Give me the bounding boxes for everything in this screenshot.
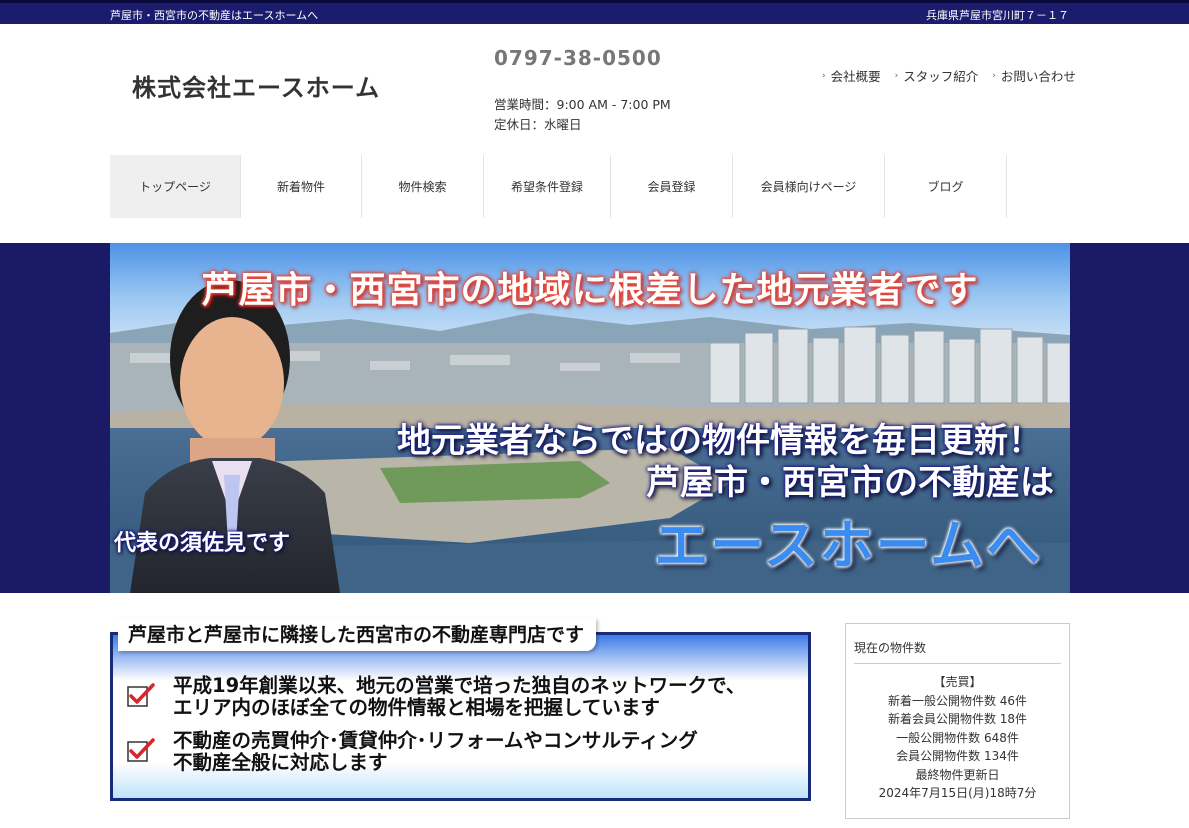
util-link-contact[interactable]: › お問い合わせ	[992, 66, 1076, 85]
checkmark-icon	[127, 683, 155, 707]
hero-banner: 芦屋市・西宮市の地域に根差した地元業者です 地元業者ならではの物件情報を毎日更新…	[0, 243, 1189, 593]
util-link-label: 会社概要	[830, 69, 881, 84]
phone-number: 0797-38-0500	[494, 46, 662, 70]
stats-category: 【売買】	[933, 675, 982, 689]
site-tagline: 芦屋市・西宮市の不動産はエースホームへ	[110, 9, 319, 22]
closed-day: 定休日：水曜日	[494, 117, 582, 132]
hero-image: 芦屋市・西宮市の地域に根差した地元業者です 地元業者ならではの物件情報を毎日更新…	[110, 243, 1070, 593]
intro-heading: 芦屋市と芦屋市に隣接した西宮市の不動産専門店です	[118, 618, 597, 651]
feature-text: 平成19年創業以来、地元の営業で培った独自のネットワークで、	[173, 674, 746, 697]
nav-tab-search[interactable]: 物件検索	[362, 155, 484, 218]
widget-title: 現在の物件数	[854, 641, 927, 655]
stat-public: 一般公開物件数 648件	[896, 730, 1019, 745]
hero-line2: 芦屋市・西宮市の不動産は	[646, 463, 1054, 503]
nav-tab-member[interactable]: 会員様向けページ	[733, 155, 885, 218]
nav-tab-top[interactable]: トップページ	[110, 155, 241, 218]
company-logo[interactable]: 株式会社エースホーム	[132, 68, 380, 103]
stat-new-public: 新着一般公開物件数 46件	[887, 693, 1028, 708]
util-link-company[interactable]: › 会社概要	[822, 66, 881, 85]
hero-headline: 芦屋市・西宮市の地域に根差した地元業者です	[201, 270, 979, 311]
chevron-right-icon: ›	[822, 70, 826, 81]
feature-item: 不動産の売買仲介･賃貸仲介･リフォームやコンサルティング 不動産全般に対応します	[127, 730, 698, 774]
opening-hours: 営業時間：9:00 AM - 7:00 PM	[494, 97, 671, 112]
stat-new-member: 新着会員公開物件数 18件	[887, 712, 1028, 726]
feature-text: 不動産の売買仲介･賃貸仲介･リフォームやコンサルティング	[173, 729, 698, 752]
property-count-widget: 現在の物件数 【売買】 新着一般公開物件数 46件 新着会員公開物件数 18件 …	[845, 623, 1070, 819]
util-link-label: スタッフ紹介	[903, 69, 979, 84]
chevron-right-icon: ›	[992, 70, 996, 81]
feature-text: エリア内のほぼ全ての物件情報と相場を把握しています	[173, 696, 660, 719]
stat-updated-date: 2024年7月15日(月)18時7分	[878, 786, 1037, 800]
business-hours: 営業時間：9:00 AM - 7:00 PM 定休日：水曜日	[494, 95, 671, 135]
stat-member: 会員公開物件数 134件	[896, 749, 1019, 763]
top-bar: 芦屋市・西宮市の不動産はエースホームへ 兵庫県芦屋市宮川町７－１７	[0, 0, 1189, 24]
stats-list: 【売買】 新着一般公開物件数 46件 新着会員公開物件数 18件 一般公開物件数…	[846, 673, 1069, 803]
feature-item: 平成19年創業以来、地元の営業で培った独自のネットワークで、 エリア内のほぼ全て…	[127, 675, 745, 719]
hero-caption: 代表の須佐見です	[114, 531, 291, 556]
nav-tab-register[interactable]: 会員登録	[611, 155, 733, 218]
stat-updated-label: 最終物件更新日	[915, 767, 1000, 782]
feature-text: 不動産全般に対応します	[173, 751, 388, 774]
hero-brand: エースホームへ	[654, 514, 1042, 577]
utility-links: › 会社概要 › スタッフ紹介 › お問い合わせ	[822, 66, 1076, 85]
util-link-staff[interactable]: › スタッフ紹介	[895, 66, 979, 85]
site-address: 兵庫県芦屋市宮川町７－１７	[926, 9, 1069, 22]
divider	[854, 663, 1061, 664]
nav-tab-wish[interactable]: 希望条件登録	[484, 155, 611, 218]
intro-panel: 平成19年創業以来、地元の営業で培った独自のネットワークで、 エリア内のほぼ全て…	[110, 618, 811, 801]
checkmark-icon	[127, 738, 155, 762]
intro-box: 平成19年創業以来、地元の営業で培った独自のネットワークで、 エリア内のほぼ全て…	[110, 632, 811, 801]
global-nav: トップページ 新着物件 物件検索 希望条件登録 会員登録 会員様向けページ ブロ…	[110, 155, 1007, 218]
nav-tab-new[interactable]: 新着物件	[241, 155, 362, 218]
util-link-label: お問い合わせ	[1000, 69, 1076, 84]
chevron-right-icon: ›	[894, 70, 899, 81]
nav-tab-blog[interactable]: ブログ	[885, 155, 1007, 218]
